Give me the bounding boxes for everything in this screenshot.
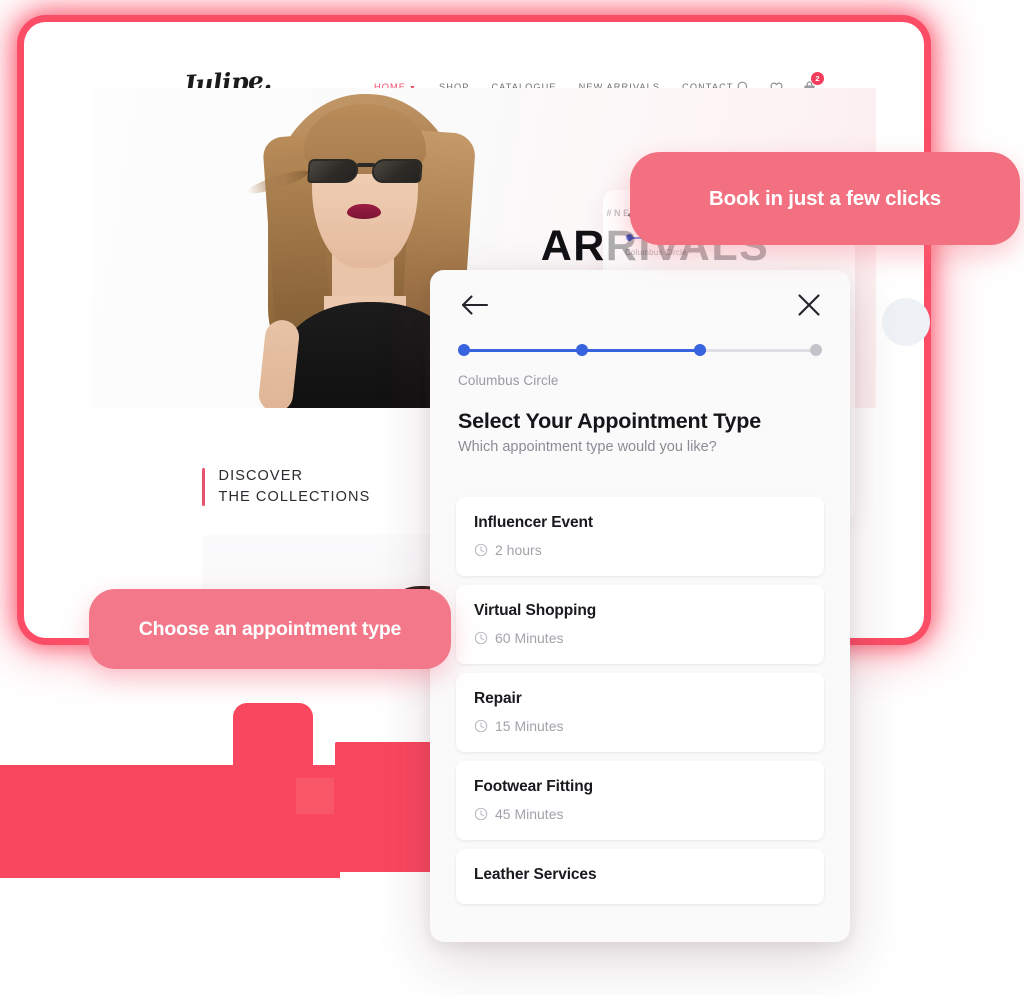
discover-line-2: THE COLLECTIONS [218, 488, 371, 505]
clock-icon [474, 631, 488, 645]
arrow-left-icon[interactable] [460, 292, 490, 318]
accent-rule [202, 467, 205, 506]
appointment-duration: 2 hours [495, 542, 542, 558]
modal-topbar [430, 292, 850, 336]
sunglasses-icon [307, 158, 424, 185]
appointment-duration-row: 15 Minutes [474, 718, 806, 734]
appointment-option-virtual-shopping[interactable]: Virtual Shopping 60 Minutes [456, 585, 824, 664]
appointment-duration: 60 Minutes [495, 630, 564, 646]
appointment-option-footwear-fitting[interactable]: Footwear Fitting 45 Minutes [456, 761, 824, 840]
stepper-remaining-line [706, 349, 818, 352]
site-header: Julipe. HOME▼ SHOP CATALOGUE NEW ARRIVAL… [24, 22, 924, 99]
stepper-dot-2[interactable] [576, 344, 588, 356]
callout-choose-an-appointment-type: Choose an appointment type [89, 589, 451, 669]
discover-section: DISCOVER THE COLLECTIONS [202, 466, 370, 507]
discover-line-1: DISCOVER [218, 468, 304, 484]
screenshot-root: Julipe. HOME▼ SHOP CATALOGUE NEW ARRIVAL… [0, 0, 1024, 995]
decorative-block-right [335, 742, 445, 872]
appointment-duration-row: 45 Minutes [474, 806, 806, 822]
appointment-duration-row: 2 hours [474, 542, 806, 558]
appointment-option-repair[interactable]: Repair 15 Minutes [456, 673, 824, 752]
callout-book-in-just-a-few-clicks: Book in just a few clicks [630, 152, 1020, 245]
background-modal-location: Columbus Circle [625, 248, 687, 257]
stepper-dot-3[interactable] [694, 344, 706, 356]
appointment-duration: 15 Minutes [495, 718, 564, 734]
decorative-block-tall [233, 703, 313, 783]
clock-icon [474, 719, 488, 733]
appointment-option-leather-services[interactable]: Leather Services [456, 849, 824, 904]
clock-icon [474, 543, 488, 557]
modal-title: Select Your Appointment Type [458, 409, 762, 433]
modal-subtitle: Which appointment type would you like? [458, 439, 717, 455]
appointment-name: Repair [474, 690, 522, 707]
appointment-option-influencer-event[interactable]: Influencer Event 2 hours [456, 497, 824, 576]
appointment-name: Leather Services [474, 866, 597, 883]
clock-icon [474, 807, 488, 821]
decorative-bar-low [0, 838, 340, 878]
discover-heading: DISCOVER THE COLLECTIONS [219, 466, 371, 507]
appointment-duration: 45 Minutes [495, 806, 564, 822]
appointment-name: Influencer Event [474, 514, 593, 531]
cart-badge: 2 [811, 72, 824, 85]
close-icon[interactable] [796, 292, 822, 318]
background-decorative-circle [882, 298, 930, 346]
appointment-name: Footwear Fitting [474, 778, 593, 795]
appointment-name: Virtual Shopping [474, 602, 597, 619]
progress-stepper[interactable] [458, 344, 822, 356]
appointment-type-list: Influencer Event 2 hours Virtual Shoppin… [456, 497, 824, 904]
decorative-square [296, 778, 334, 814]
stepper-dot-4[interactable] [810, 344, 822, 356]
appointment-duration-row: 60 Minutes [474, 630, 806, 646]
stepper-dot-1[interactable] [458, 344, 470, 356]
modal-location-label: Columbus Circle [458, 373, 559, 388]
